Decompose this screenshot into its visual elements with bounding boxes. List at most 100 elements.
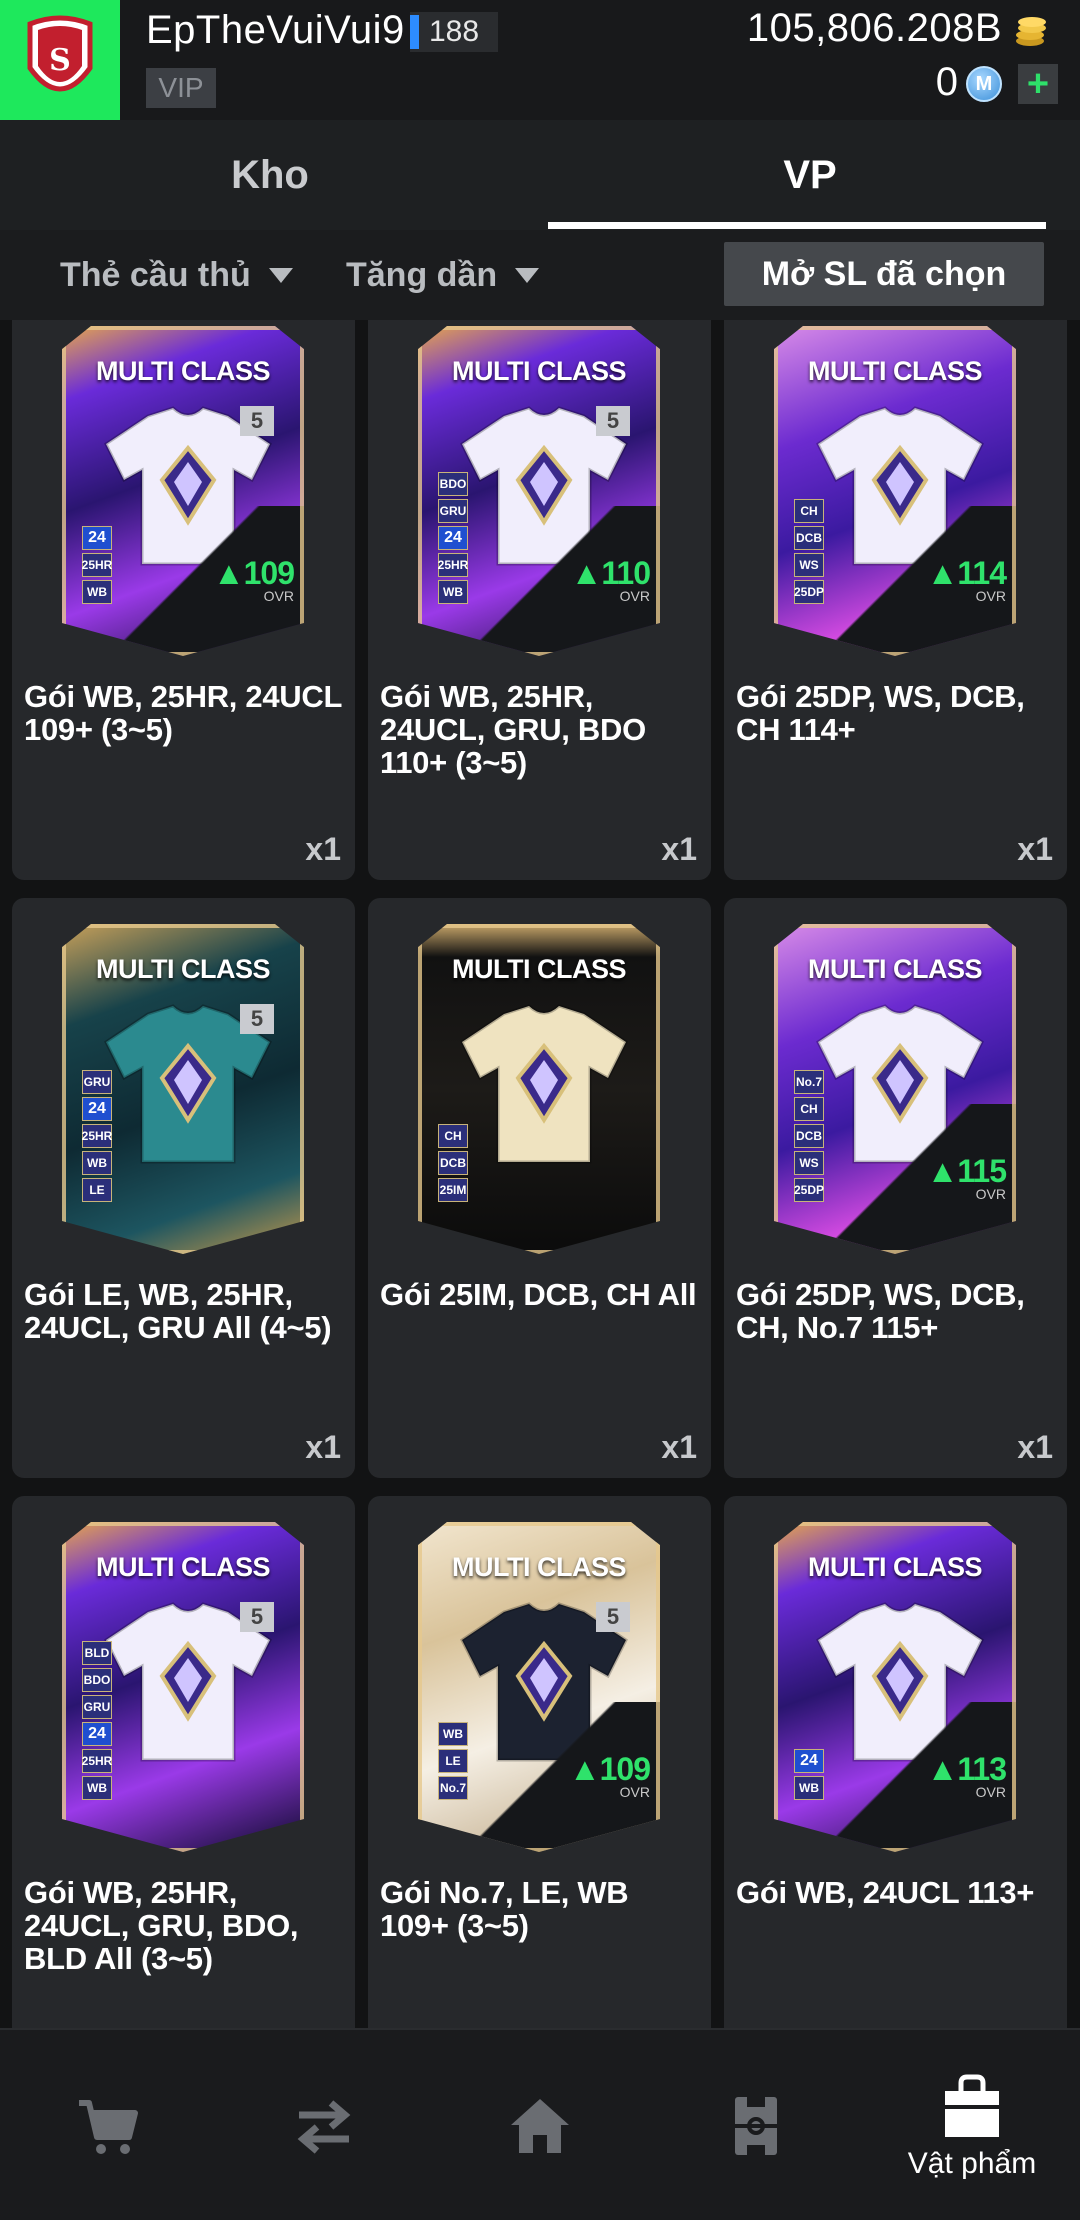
vip-badge[interactable]: VIP [146,68,216,108]
ovr-rating: ▲109 OVR [568,1751,651,1800]
item-quantity: x1 [661,1429,697,1465]
sort-dropdown[interactable]: Tăng dần [346,230,540,320]
item-tile[interactable]: MULTI CLASS 5 WB LE No.7 ▲109 OVR Gói No.7… [368,1496,711,2028]
coins-balance: 105,806.208B [746,6,1002,50]
class-badge: 24 [794,1749,824,1773]
add-currency-button[interactable]: + [1018,63,1058,105]
item-tile[interactable]: MULTI CLASS No.7 CH DCB WS 25DP ▲115 OVR Gói… [724,898,1067,1478]
card-title: MULTI CLASS [96,356,270,386]
class-badge: 25HR [82,1749,112,1773]
grade-badge: 5 [240,1602,274,1632]
class-badge: WS [794,553,824,577]
item-name: Gói 25DP, WS, DCB, CH 114+ [736,679,1025,747]
bag-icon [945,2074,999,2137]
class-badge-list: No.7 CH DCB WS 25DP [794,1070,824,1202]
item-tile[interactable]: MULTI CLASS 5 BDO GRU 24 25HR WB ▲110 OVR Gó… [368,320,711,880]
ovr-rating: ▲110 OVR [570,555,651,604]
pack-card-image: MULTI CLASS 5 BDO GRU 24 25HR WB ▲110 OVR [418,326,660,656]
ovr-value: ▲115 [926,1153,1007,1189]
ovr-rating: ▲115 OVR [926,1153,1007,1202]
type-filter-label: Thẻ cầu thủ [60,255,251,294]
nav-home[interactable] [432,2030,648,2220]
item-tile[interactable]: MULTI CLASS CH DCB 25IM Gói 25IM, DCB, CH … [368,898,711,1478]
ovr-value: ▲110 [570,555,651,591]
item-tile[interactable]: MULTI CLASS 5 24 25HR WB ▲109 OVR Gói WB, … [12,320,355,880]
class-badge: WB [794,1776,824,1800]
nav-squad[interactable] [648,2030,864,2220]
card-title: MULTI CLASS [452,954,626,984]
chevron-down-icon [515,267,540,283]
class-badge-list: CH DCB 25IM [438,1124,468,1202]
class-badge: No.7 [438,1776,468,1800]
type-filter-dropdown[interactable]: Thẻ cầu thủ [60,230,293,320]
class-badge: 24 [82,1722,112,1746]
level-value: 188 [429,15,480,48]
card-title: MULTI CLASS [96,1552,270,1582]
class-badge: LE [438,1749,468,1773]
class-badge: WB [82,1776,112,1800]
class-badge-list: 24 WB [794,1749,824,1800]
item-tile[interactable]: MULTI CLASS 5 GRU 24 25HR WB LE Gói LE, WB, … [12,898,355,1478]
jersey-icon [460,1004,628,1164]
open-selected-button[interactable]: Mở SL đã chọn [724,242,1044,306]
pack-card-image: MULTI CLASS 24 WB ▲113 OVR [774,1522,1016,1852]
class-badge-list: WB LE No.7 [438,1722,468,1800]
grade-badge: 5 [240,406,274,436]
item-name: Gói 25DP, WS, DCB, CH, No.7 115+ [736,1277,1025,1345]
class-badge: 25IM [438,1178,468,1202]
card-title: MULTI CLASS [808,1552,982,1582]
item-tile[interactable]: MULTI CLASS 24 WB ▲113 OVR Gói WB, 24UCL … [724,1496,1067,2028]
pack-card-image: MULTI CLASS 5 GRU 24 25HR WB LE [62,924,304,1254]
item-name: Gói WB, 25HR, 24UCL 109+ (3~5) [24,679,342,747]
class-badge: WB [438,580,468,604]
class-badge: BDO [82,1668,112,1692]
club-logo[interactable]: S [0,0,120,120]
class-badge: BDO [438,472,468,496]
nav-items[interactable]: Vật phẩm [864,2030,1080,2220]
class-badge: 25HR [82,553,112,577]
class-badge: 25HR [82,1124,112,1148]
class-badge: 25DP [794,1178,824,1202]
class-badge: CH [794,499,824,523]
svg-text:S: S [49,43,71,78]
class-badge: CH [794,1097,824,1121]
active-tab-indicator [548,222,1046,229]
class-badge: 24 [82,1097,112,1121]
ovr-value: ▲109 [568,1751,651,1787]
bottom-nav: Vật phẩm [0,2028,1080,2220]
chevron-down-icon [268,267,293,283]
nav-shop[interactable] [0,2030,216,2220]
transfer-icon [297,2100,351,2154]
item-tile[interactable]: MULTI CLASS CH DCB WS 25DP ▲114 OVR Gói 25D… [724,320,1067,880]
tab-kho[interactable]: Kho [0,120,540,230]
class-badge: GRU [438,499,468,523]
pack-card-image: MULTI CLASS 5 BLD BDO GRU 24 25HR WB [62,1522,304,1852]
sort-label: Tăng dần [346,255,498,294]
grade-badge: 5 [596,1602,630,1632]
ovr-value: ▲113 [926,1751,1007,1787]
ovr-rating: ▲114 OVR [927,555,1007,604]
profile-bar: S EpTheVuiVui9 188 VIP 105,806.208B 0 M … [0,0,1080,120]
item-name: Gói 25IM, DCB, CH All [380,1277,697,1312]
class-badge: GRU [82,1070,112,1094]
level-badge: 188 [410,12,498,52]
item-name: Gói No.7, LE, WB 109+ (3~5) [380,1875,629,1943]
pack-card-image: MULTI CLASS 5 WB LE No.7 ▲109 OVR [418,1522,660,1852]
item-name: Gói WB, 25HR, 24UCL, GRU, BDO 110+ (3~5) [380,679,646,780]
class-badge: WB [82,580,112,604]
club-crest-icon: S [27,15,93,92]
tab-vp[interactable]: VP [540,120,1080,230]
item-name: Gói WB, 24UCL 113+ [736,1875,1035,1910]
item-tile[interactable]: MULTI CLASS 5 BLD BDO GRU 24 25HR WB Gói WB, … [12,1496,355,2028]
pack-card-image: MULTI CLASS 5 24 25HR WB ▲109 OVR [62,326,304,656]
nav-transfer[interactable] [216,2030,432,2220]
m-coin-balance: 0 [935,60,958,104]
home-icon [511,2099,569,2153]
class-badge: 24 [82,526,112,550]
class-badge: WS [794,1151,824,1175]
class-badge-list: GRU 24 25HR WB LE [82,1070,112,1202]
card-title: MULTI CLASS [452,356,626,386]
card-title: MULTI CLASS [808,954,982,984]
pack-card-image: MULTI CLASS CH DCB WS 25DP ▲114 OVR [774,326,1016,656]
item-quantity: x1 [661,831,697,867]
